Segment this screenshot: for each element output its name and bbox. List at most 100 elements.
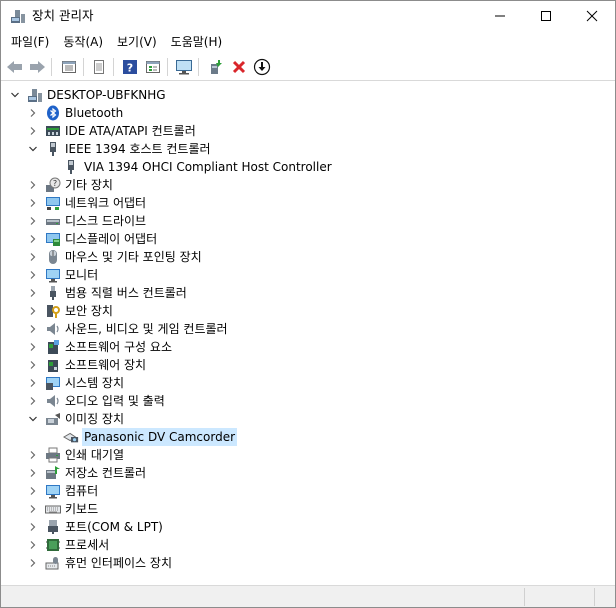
toolbar-separator	[51, 58, 52, 76]
security-key-icon	[45, 303, 61, 319]
tree-item-label: 인쇄 대기열	[65, 448, 125, 462]
tree-item[interactable]: 휴먼 인터페이스 장치	[1, 554, 601, 572]
tree-item[interactable]: 인쇄 대기열	[1, 446, 601, 464]
mouse-icon	[45, 249, 61, 265]
monitor-icon[interactable]	[174, 57, 194, 77]
tree-item[interactable]: 디스크 드라이브	[1, 212, 601, 230]
expand-chevron-icon[interactable]	[27, 485, 39, 497]
tree-item[interactable]: Bluetooth	[1, 104, 601, 122]
tree-item[interactable]: 키보드	[1, 500, 601, 518]
expand-chevron-icon[interactable]	[27, 341, 39, 353]
display-adapter-icon	[45, 231, 61, 247]
expand-chevron-icon[interactable]	[27, 503, 39, 515]
expand-chevron-icon[interactable]	[27, 251, 39, 263]
tree-item[interactable]: 시스템 장치	[1, 374, 601, 392]
device-manager-app-icon	[10, 8, 26, 24]
collapse-chevron-icon[interactable]	[27, 143, 39, 155]
tree-item-label: 키보드	[65, 502, 99, 516]
tree-item[interactable]: 프로세서	[1, 536, 601, 554]
expand-chevron-icon[interactable]	[27, 269, 39, 281]
title-bar[interactable]: 장치 관리자	[1, 1, 615, 31]
tree-item-label: 디스플레이 어댑터	[65, 232, 158, 246]
expand-chevron-icon[interactable]	[27, 377, 39, 389]
collapse-chevron-icon[interactable]	[27, 413, 39, 425]
menu-view[interactable]: 보기(V)	[110, 31, 164, 53]
status-bar	[1, 585, 615, 607]
software-component-icon	[45, 339, 61, 355]
camcorder-icon	[63, 429, 79, 445]
maximize-button[interactable]	[523, 1, 569, 31]
expand-chevron-icon[interactable]	[27, 449, 39, 461]
tree-item-label: 모니터	[65, 268, 99, 282]
menu-file[interactable]: 파일(F)	[4, 31, 56, 53]
menu-help[interactable]: 도움말(H)	[164, 31, 230, 53]
other-devices-icon: ?	[45, 177, 61, 193]
ieee1394-icon	[45, 141, 61, 157]
tree-item[interactable]: IDE ATA/ATAPI 컨트롤러	[1, 122, 601, 140]
tree-item[interactable]: 범용 직렬 버스 컨트롤러	[1, 284, 601, 302]
tree-item[interactable]: 마우스 및 기타 포인팅 장치	[1, 248, 601, 266]
tree-item[interactable]: 저장소 컨트롤러	[1, 464, 601, 482]
expand-chevron-icon[interactable]	[27, 287, 39, 299]
expand-chevron-icon[interactable]	[27, 521, 39, 533]
expand-chevron-icon[interactable]	[27, 179, 39, 191]
back-arrow-icon[interactable]	[5, 57, 25, 77]
ieee1394-device-icon	[63, 159, 79, 175]
tree-child-item[interactable]: Panasonic DV Camcorder	[1, 428, 601, 446]
tree-item-label: IEEE 1394 호스트 컨트롤러	[65, 142, 211, 156]
tree-item[interactable]: 이미징 장치	[1, 410, 601, 428]
tree-item[interactable]: IEEE 1394 호스트 컨트롤러	[1, 140, 601, 158]
tree-item[interactable]: 소프트웨어 구성 요소	[1, 338, 601, 356]
toolbar: ?	[1, 54, 615, 81]
forward-arrow-icon[interactable]	[27, 57, 47, 77]
expand-chevron-icon[interactable]	[27, 467, 39, 479]
device-tree[interactable]: DESKTOP-UBFKNHG Bluetooth IDE ATA/ATAPI 컨…	[1, 83, 615, 583]
tree-child-item[interactable]: VIA 1394 OHCI Compliant Host Controller	[1, 158, 601, 176]
tree-item-label: 저장소 컨트롤러	[65, 466, 147, 480]
tree-item[interactable]: 사운드, 비디오 및 게임 컨트롤러	[1, 320, 601, 338]
svg-text:?: ?	[127, 62, 133, 75]
menu-action[interactable]: 동작(A)	[56, 31, 110, 53]
tree-item[interactable]: 모니터	[1, 266, 601, 284]
computer-icon	[45, 483, 61, 499]
expand-chevron-icon[interactable]	[27, 233, 39, 245]
tree-item[interactable]: 오디오 입력 및 출력	[1, 392, 601, 410]
close-button[interactable]	[569, 1, 615, 31]
help-icon[interactable]: ?	[120, 57, 140, 77]
collapse-chevron-icon[interactable]	[9, 89, 21, 101]
view-icon[interactable]	[143, 57, 163, 77]
tree-item[interactable]: 보안 장치	[1, 302, 601, 320]
tree-root-label: DESKTOP-UBFKNHG	[47, 88, 166, 102]
tree-item-label: 마우스 및 기타 포인팅 장치	[65, 250, 202, 264]
download-icon[interactable]	[252, 57, 272, 77]
uninstall-x-icon[interactable]	[229, 57, 249, 77]
expand-chevron-icon[interactable]	[27, 125, 39, 137]
expand-chevron-icon[interactable]	[27, 395, 39, 407]
update-driver-icon[interactable]	[206, 57, 226, 77]
tree-root[interactable]: DESKTOP-UBFKNHG	[1, 86, 601, 104]
tree-item[interactable]: 디스플레이 어댑터	[1, 230, 601, 248]
tree-item[interactable]: 컴퓨터	[1, 482, 601, 500]
tree-item[interactable]: 소프트웨어 장치	[1, 356, 601, 374]
expand-chevron-icon[interactable]	[27, 323, 39, 335]
page-icon[interactable]	[89, 57, 109, 77]
tree-item-label: 오디오 입력 및 출력	[65, 394, 165, 408]
expand-chevron-icon[interactable]	[27, 305, 39, 317]
properties-grid-icon[interactable]	[59, 57, 79, 77]
tree-item[interactable]: 포트(COM & LPT)	[1, 518, 601, 536]
network-adapter-icon	[45, 195, 61, 211]
expand-chevron-icon[interactable]	[27, 539, 39, 551]
expand-chevron-icon[interactable]	[27, 359, 39, 371]
expand-chevron-icon[interactable]	[27, 557, 39, 569]
expand-chevron-icon[interactable]	[27, 107, 39, 119]
port-icon	[45, 519, 61, 535]
monitor-icon	[45, 267, 61, 283]
expand-chevron-icon[interactable]	[27, 215, 39, 227]
tree-item[interactable]: ? 기타 장치	[1, 176, 601, 194]
tree-item-label: IDE ATA/ATAPI 컨트롤러	[65, 124, 196, 138]
expand-chevron-icon[interactable]	[27, 197, 39, 209]
tree-item[interactable]: 네트워크 어댑터	[1, 194, 601, 212]
minimize-button[interactable]	[477, 1, 523, 31]
tree-item-label: 이미징 장치	[65, 412, 125, 426]
hid-icon	[45, 555, 61, 571]
